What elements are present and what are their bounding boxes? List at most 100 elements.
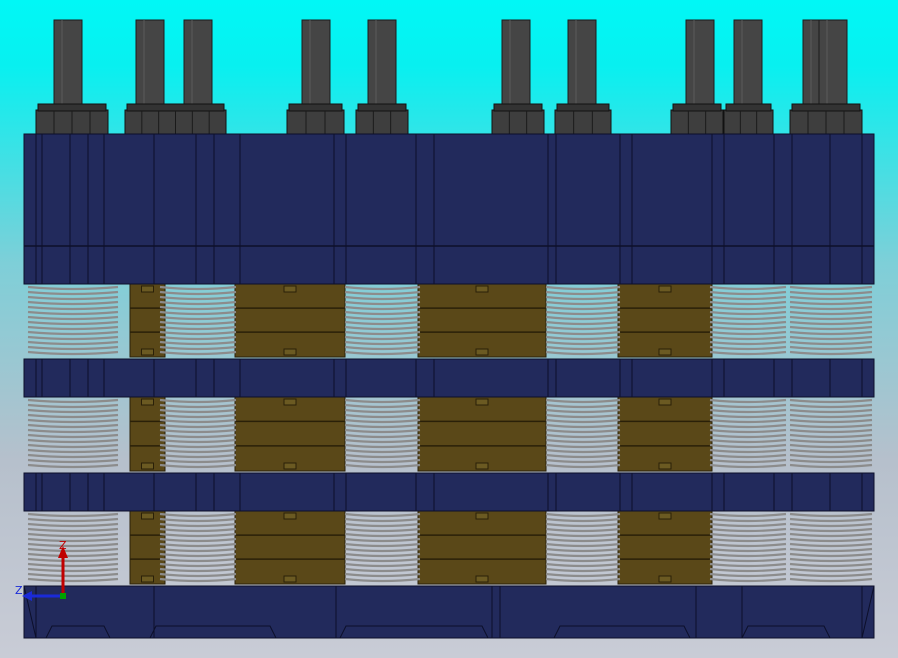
spring-coil (789, 330, 873, 336)
spring-coil (27, 532, 119, 538)
spring-coil (545, 290, 621, 296)
spring-coil (709, 413, 787, 419)
spring-coil (27, 325, 119, 331)
spring-coil (545, 398, 621, 404)
spring-coil (27, 527, 119, 533)
spring-coil (344, 448, 421, 454)
spring-coil (27, 428, 119, 434)
spring-coil (159, 408, 237, 414)
spring-coil (159, 522, 237, 528)
spring-coil (344, 320, 421, 326)
spring-coil (27, 403, 119, 409)
cad-3d-viewport[interactable]: Z Z (0, 0, 898, 658)
spring-coil (709, 408, 787, 414)
spring-coil (789, 350, 873, 356)
spring-coil (545, 572, 621, 578)
spring-coil (159, 315, 237, 321)
spring-coil (159, 572, 237, 578)
spring-coil (27, 557, 119, 563)
spring-coil (709, 438, 787, 444)
spring-coil (545, 547, 621, 553)
spring-coil (344, 438, 421, 444)
spring-coil (27, 512, 119, 518)
spring-coil (27, 572, 119, 578)
spring-coil (159, 340, 237, 346)
spring-coil (159, 547, 237, 553)
spring-coil (709, 448, 787, 454)
spring-coil (344, 453, 421, 459)
spring-coil (709, 458, 787, 464)
spring-coil (344, 413, 421, 419)
spring-coil (27, 290, 119, 296)
spring-coil (159, 300, 237, 306)
spring-coil (789, 448, 873, 454)
spring-coil (789, 557, 873, 563)
spring-coil (709, 423, 787, 429)
threaded-stud (733, 19, 763, 111)
spring-coil (344, 325, 421, 331)
spring-coil (709, 577, 787, 583)
spring-coil (709, 300, 787, 306)
bolt-head (475, 575, 489, 583)
spring-coil (159, 295, 237, 301)
spring-coil (159, 527, 237, 533)
spring-coil (27, 418, 119, 424)
washer (493, 103, 543, 112)
spring-coil (159, 423, 237, 429)
spring-coil (27, 443, 119, 449)
spring-coil (709, 453, 787, 459)
spring-coil (545, 517, 621, 523)
spring-coil (545, 418, 621, 424)
spring-coil (545, 463, 621, 469)
spring-coil (159, 305, 237, 311)
spring-coil (789, 428, 873, 434)
spring-coil (709, 428, 787, 434)
spring-coil (159, 567, 237, 573)
spring-coil (27, 552, 119, 558)
press-assembly-model[interactable]: Z Z (0, 0, 898, 658)
spring-coil (159, 542, 237, 548)
spring-coil (27, 330, 119, 336)
spring-coil (344, 335, 421, 341)
washer (126, 103, 225, 112)
bolt-head (658, 285, 672, 293)
spring-coil (709, 552, 787, 558)
spring-coil (159, 428, 237, 434)
spacer-block (234, 396, 346, 472)
hex-nut (670, 109, 724, 135)
middle-plate-upper (23, 358, 875, 398)
spring-coil (545, 310, 621, 316)
bolt-head (475, 462, 489, 470)
spring-coil (545, 532, 621, 538)
spring-coil (709, 537, 787, 543)
bolt-head (658, 398, 672, 406)
bolt-head (658, 575, 672, 583)
spring-coil (545, 423, 621, 429)
threaded-stud (567, 19, 597, 111)
top-nuts-group (35, 103, 863, 135)
bolt-head (141, 348, 154, 356)
spring-coil (159, 330, 237, 336)
spring-coil (27, 310, 119, 316)
spring-coil (344, 542, 421, 548)
spring-coil (159, 350, 237, 356)
spring-coil (27, 320, 119, 326)
spring-coil (789, 572, 873, 578)
spring-coil (27, 522, 119, 528)
spring-coil (344, 532, 421, 538)
spacer-block (617, 283, 713, 358)
z-axis-label: Z (59, 539, 67, 552)
spring-tiers-group (27, 283, 873, 585)
spring-coil (27, 517, 119, 523)
spring-coil (344, 398, 421, 404)
spring-coil (789, 537, 873, 543)
spacer-block (417, 283, 547, 358)
threaded-stud (685, 19, 715, 111)
spring-coil (789, 300, 873, 306)
spring-coil (27, 300, 119, 306)
spring-coil (159, 443, 237, 449)
spring-coil (789, 438, 873, 444)
spring-coil (159, 398, 237, 404)
spring-coil (159, 285, 237, 291)
top-plate (23, 133, 875, 285)
